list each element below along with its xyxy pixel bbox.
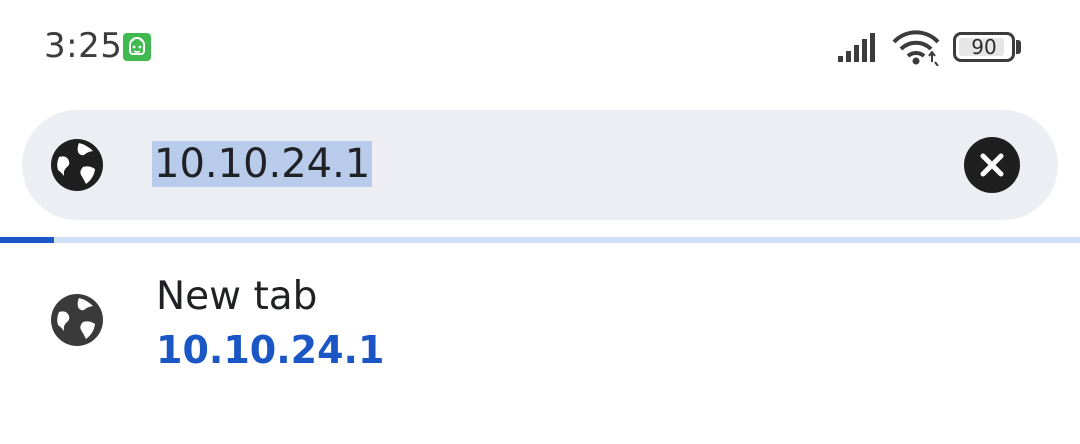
url-selected-text[interactable]: 10.10.24.1 <box>152 141 373 187</box>
battery-level: 90 <box>971 35 997 59</box>
suggestion-title: New tab <box>156 274 318 319</box>
battery-icon: 90 <box>953 32 1015 62</box>
status-bar: 3:25 90 <box>0 0 1080 96</box>
close-icon <box>980 153 1004 177</box>
status-time: 3:25 <box>44 26 123 66</box>
cell-signal-icon <box>838 33 875 62</box>
wifi-icon <box>892 30 940 66</box>
battery-cap <box>1016 40 1021 54</box>
suggestion-item[interactable]: New tab 10.10.24.1 <box>0 262 1080 382</box>
globe-icon <box>51 139 103 191</box>
url-input[interactable]: 10.10.24.1 <box>152 134 373 194</box>
page-load-progress <box>0 237 1080 243</box>
address-bar[interactable]: 10.10.24.1 <box>22 110 1058 220</box>
clear-button[interactable] <box>964 137 1020 193</box>
suggestion-url: 10.10.24.1 <box>156 328 385 372</box>
globe-icon <box>51 294 103 346</box>
android-robot-icon <box>123 33 151 61</box>
progress-fill <box>0 237 54 243</box>
